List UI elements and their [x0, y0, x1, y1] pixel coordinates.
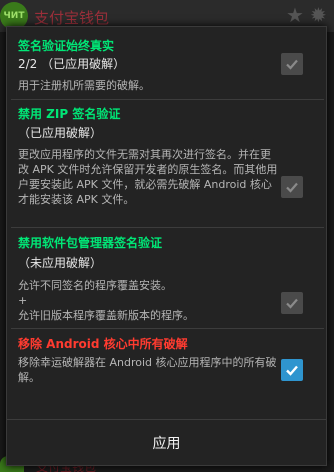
option-title: 禁用软件包管理器签名验证	[18, 236, 163, 250]
option-title: 禁用 ZIP 签名验证	[18, 107, 121, 121]
option-status: （已应用破解）	[18, 126, 103, 140]
description-line: 允许不同签名的程序覆盖安装。	[18, 279, 172, 292]
option-description: 用于注册机所需要的破解。	[18, 79, 150, 92]
option-description: 移除幸运破解器在 Android 核心应用程序中的所有破解。	[18, 356, 277, 384]
check-icon	[286, 182, 298, 193]
option-title: 移除 Android 核心中所有破解	[18, 337, 188, 351]
option-status: （未应用破解）	[18, 256, 103, 270]
description-line: 允许旧版本程序覆盖新版本的程序。	[18, 309, 194, 322]
star-icon[interactable]: ★	[286, 4, 304, 26]
check-icon	[286, 59, 298, 70]
gear-icon[interactable]: ✹	[310, 4, 327, 26]
option-checkbox[interactable]	[281, 359, 303, 381]
option-title: 签名验证始终真实	[18, 39, 115, 53]
option-description: 更改应用程序的文件无需对其再次进行签名。并在更改 APK 文件时允许保留开发者的…	[18, 148, 278, 206]
divider	[11, 227, 324, 228]
option-checkbox[interactable]	[281, 53, 303, 75]
check-icon	[286, 298, 298, 309]
apply-button[interactable]: 应用	[7, 419, 326, 465]
background-title: 支付宝钱包	[34, 9, 110, 27]
divider	[11, 328, 324, 329]
check-icon	[286, 365, 298, 376]
divider	[11, 99, 324, 100]
option-checkbox[interactable]	[281, 176, 303, 198]
option-status: 2/2 （已应用破解）	[18, 57, 126, 71]
description-line: +	[18, 294, 28, 307]
option-description: 允许不同签名的程序覆盖安装。 + 允许旧版本程序覆盖新版本的程序。	[18, 278, 280, 323]
patch-dialog: 签名验证始终真实 2/2 （已应用破解） 用于注册机所需要的破解。 禁用 ZIP…	[6, 26, 327, 466]
option-checkbox[interactable]	[281, 292, 303, 314]
